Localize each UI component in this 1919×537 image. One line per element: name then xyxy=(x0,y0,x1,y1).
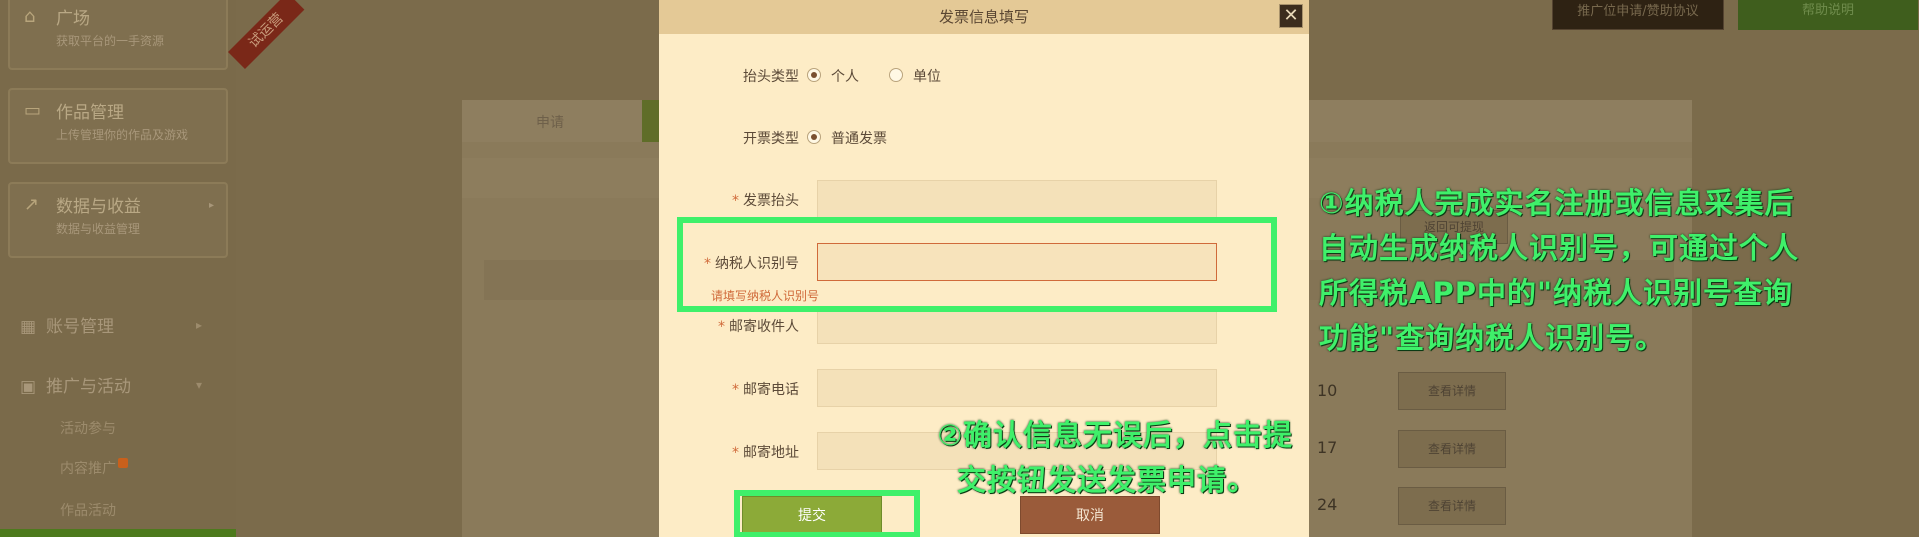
header-type-company-label[interactable]: 单位 xyxy=(913,66,941,86)
required-mark: * xyxy=(732,445,739,461)
sidebar-item-label: 账号管理 xyxy=(46,317,114,337)
phone-label-text: 邮寄电话 xyxy=(743,382,799,398)
annotation-line: 功能"查询纳税人识别号。 xyxy=(1319,321,1666,355)
flag-icon: ▣ xyxy=(20,377,37,397)
annotation-submit-note: ②确认信息无误后，点击提 交按钮发送发票申请。 xyxy=(893,413,1293,503)
sidebar-item-account[interactable]: ▦ 账号管理 xyxy=(20,312,114,337)
home-icon: ⌂ xyxy=(24,6,36,27)
address-label-text: 邮寄地址 xyxy=(743,445,799,461)
annotation-line: 交按钮发送发票申请。 xyxy=(956,463,1257,497)
view-detail-button[interactable]: 查看详情 xyxy=(1398,372,1506,410)
annotation-line: 自动生成纳税人识别号，可通过个人 xyxy=(1319,231,1800,265)
sidebar-card-data[interactable]: ↗ 数据与收益 数据与收益管理 ▸ xyxy=(8,182,228,258)
modal-title: 发票信息填写 xyxy=(938,8,1029,26)
sidebar-item-label: 推广与活动 xyxy=(46,377,131,397)
sidebar-subitem-works-activity[interactable]: 作品活动 xyxy=(60,500,116,520)
invoice-type-label: 开票类型 xyxy=(743,131,799,147)
recipient-label-text: 邮寄收件人 xyxy=(729,319,799,335)
folder-icon: ▭ xyxy=(24,100,42,121)
header-type-personal-radio[interactable] xyxy=(807,68,821,82)
table-cell-value: 10 xyxy=(1317,381,1338,400)
chevron-down-icon: ▾ xyxy=(196,378,203,392)
view-detail-button[interactable]: 查看详情 xyxy=(1398,487,1506,525)
new-badge xyxy=(118,458,128,468)
header-type-company-radio[interactable] xyxy=(889,68,903,82)
modal-header: 发票信息填写 ✕ xyxy=(659,0,1309,34)
sidebar-bottom-bar xyxy=(0,529,236,537)
sidebar-card-works[interactable]: ▭ 作品管理 上传管理你的作品及游戏 xyxy=(8,88,228,164)
invoice-type-normal-label[interactable]: 普通发票 xyxy=(831,128,887,148)
required-mark: * xyxy=(718,319,725,335)
annotation-line: ②确认信息无误后，点击提 xyxy=(937,418,1293,452)
sidebar-item-promotion[interactable]: ▣ 推广与活动 xyxy=(20,372,131,397)
sidebar-card-subtitle: 数据与收益管理 xyxy=(56,222,141,236)
account-icon: ▦ xyxy=(20,317,37,337)
sidebar-subitem-activity[interactable]: 活动参与 xyxy=(60,418,116,438)
sidebar-card-title: 广场 xyxy=(56,9,90,29)
invoice-title-label-text: 发票抬头 xyxy=(743,193,799,209)
chevron-right-icon: ▸ xyxy=(208,200,214,211)
required-mark: * xyxy=(732,193,739,209)
sidebar-card-square[interactable]: ⌂ 广场 获取平台的一手资源 xyxy=(8,0,228,70)
invoice-type-normal-radio[interactable] xyxy=(807,130,821,144)
sidebar-subitem-label: 内容推广 xyxy=(60,461,116,477)
header-type-label: 抬头类型 xyxy=(743,69,799,85)
invoice-title-input[interactable] xyxy=(817,180,1217,218)
header-type-personal-label[interactable]: 个人 xyxy=(831,66,859,86)
view-detail-button[interactable]: 查看详情 xyxy=(1398,430,1506,468)
annotation-line: 所得税APP中的"纳税人识别号查询 xyxy=(1319,276,1794,310)
annotation-line: ①纳税人完成实名注册或信息采集后 xyxy=(1319,186,1795,220)
table-cell-value: 17 xyxy=(1317,438,1338,457)
taxpayer-highlight-box xyxy=(677,217,1277,312)
phone-input[interactable] xyxy=(817,369,1217,407)
address-label: * 邮寄地址 xyxy=(659,442,799,462)
chevron-right-icon: ▸ xyxy=(196,318,203,332)
phone-label: * 邮寄电话 xyxy=(659,379,799,399)
tab-apply[interactable]: 申请 xyxy=(536,112,564,132)
sidebar-card-title: 作品管理 xyxy=(56,103,124,123)
recipient-label: * 邮寄收件人 xyxy=(659,316,799,336)
chart-icon: ↗ xyxy=(24,194,40,215)
invoice-title-label: * 发票抬头 xyxy=(659,190,799,210)
required-mark: * xyxy=(732,382,739,398)
sidebar-card-title: 数据与收益 xyxy=(56,197,141,217)
sidebar: ⌂ 广场 获取平台的一手资源 ▭ 作品管理 上传管理你的作品及游戏 ↗ 数据与收… xyxy=(0,0,236,537)
sidebar-card-subtitle: 获取平台的一手资源 xyxy=(56,34,165,48)
table-cell-value: 24 xyxy=(1317,495,1338,514)
close-icon[interactable]: ✕ xyxy=(1279,4,1303,28)
sidebar-subitem-content-promo[interactable]: 内容推广 xyxy=(60,458,128,478)
sidebar-card-subtitle: 上传管理你的作品及游戏 xyxy=(56,128,189,142)
help-button[interactable]: 帮助说明 xyxy=(1738,0,1918,30)
annotation-taxpayer-note: ①纳税人完成实名注册或信息采集后 自动生成纳税人识别号，可通过个人 所得税APP… xyxy=(1319,181,1919,361)
promotion-apply-button[interactable]: 推广位申请/赞助协议 xyxy=(1552,0,1724,30)
